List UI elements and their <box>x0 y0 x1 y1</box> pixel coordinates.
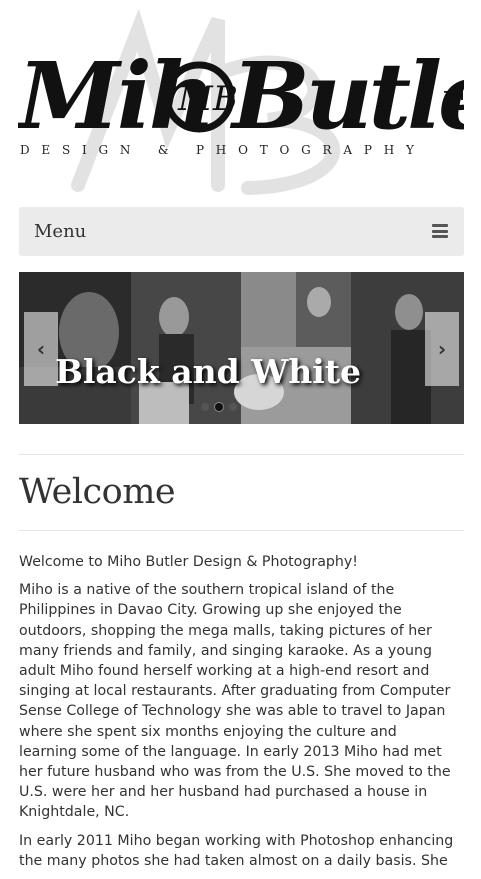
content-paragraph: In early 2011 Miho began working with Ph… <box>19 832 454 869</box>
page-content: Welcome to Miho Butler Design & Photogra… <box>19 552 459 879</box>
slider-prev-button[interactable]: ‹ <box>24 312 58 386</box>
slider-dot[interactable] <box>201 403 209 411</box>
logo-tm: TM <box>444 89 464 103</box>
slider-next-button[interactable]: › <box>425 312 459 386</box>
logo-subtitle: DESIGN & PHOTOGRAPHY <box>20 143 426 157</box>
page-title: Welcome <box>19 472 176 512</box>
slider-dot-active[interactable] <box>215 403 223 411</box>
menu-label: Menu <box>34 221 87 242</box>
slider-dot[interactable] <box>229 403 237 411</box>
slide-image <box>19 272 464 424</box>
slide-caption: Black and White <box>55 352 362 391</box>
hamburger-icon[interactable] <box>432 224 448 238</box>
chevron-right-icon: › <box>437 337 447 361</box>
menu-toggle-bar[interactable]: Menu <box>19 207 464 256</box>
divider <box>19 530 464 531</box>
slider-pagination <box>201 403 237 411</box>
image-slider[interactable]: Black and White ‹ › <box>19 272 464 424</box>
svg-text:Butler: Butler <box>229 42 464 150</box>
svg-text:MB: MB <box>177 79 238 119</box>
divider <box>19 454 464 455</box>
chevron-left-icon: ‹ <box>36 337 46 361</box>
site-logo[interactable]: Mih MB Butler TM DESIGN & PHOTOGRAPHY <box>18 10 464 195</box>
content-paragraph: Miho is a native of the southern tropica… <box>19 582 451 821</box>
logo-graphic: Mih MB Butler TM DESIGN & PHOTOGRAPHY <box>18 10 464 195</box>
content-paragraph: Welcome to Miho Butler Design & Photogra… <box>19 554 358 570</box>
